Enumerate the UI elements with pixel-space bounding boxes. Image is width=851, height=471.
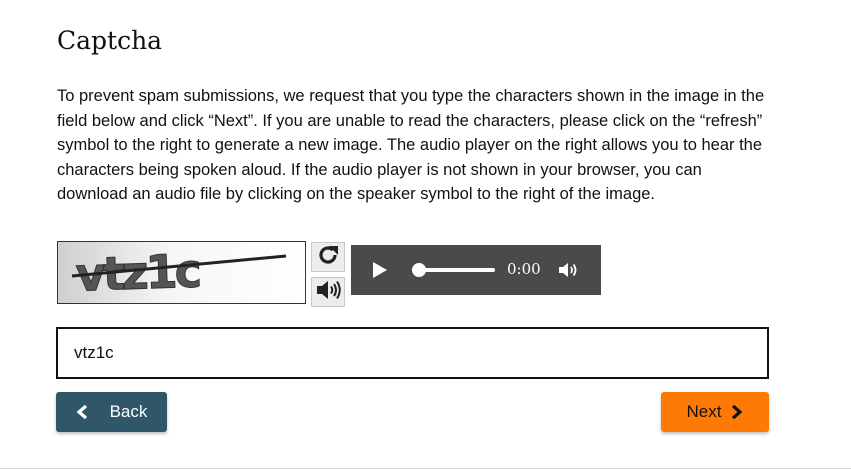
audio-download-button[interactable] <box>311 277 345 307</box>
next-button-label: Next <box>686 402 722 421</box>
instructions-text: To prevent spam submissions, we request … <box>57 87 765 204</box>
page-title: Captcha <box>57 26 163 55</box>
refresh-captcha-button[interactable] <box>311 242 345 272</box>
audio-player: 0:00 <box>351 245 601 295</box>
play-icon[interactable] <box>372 261 388 284</box>
footer-divider <box>0 468 851 469</box>
chevron-right-icon <box>731 404 743 420</box>
seek-handle[interactable] <box>412 263 426 277</box>
time-display: 0:00 <box>507 260 541 278</box>
speaker-icon <box>315 279 341 306</box>
back-button-label: Back <box>109 402 148 421</box>
captcha-image: vtz1c <box>57 241 306 304</box>
next-button[interactable]: Next <box>661 392 769 432</box>
seek-slider[interactable] <box>412 263 495 277</box>
refresh-icon <box>316 243 340 272</box>
volume-icon[interactable] <box>558 260 580 285</box>
captcha-answer-input[interactable] <box>56 327 769 379</box>
back-button[interactable]: Back <box>56 392 167 432</box>
chevron-left-icon <box>76 404 88 420</box>
